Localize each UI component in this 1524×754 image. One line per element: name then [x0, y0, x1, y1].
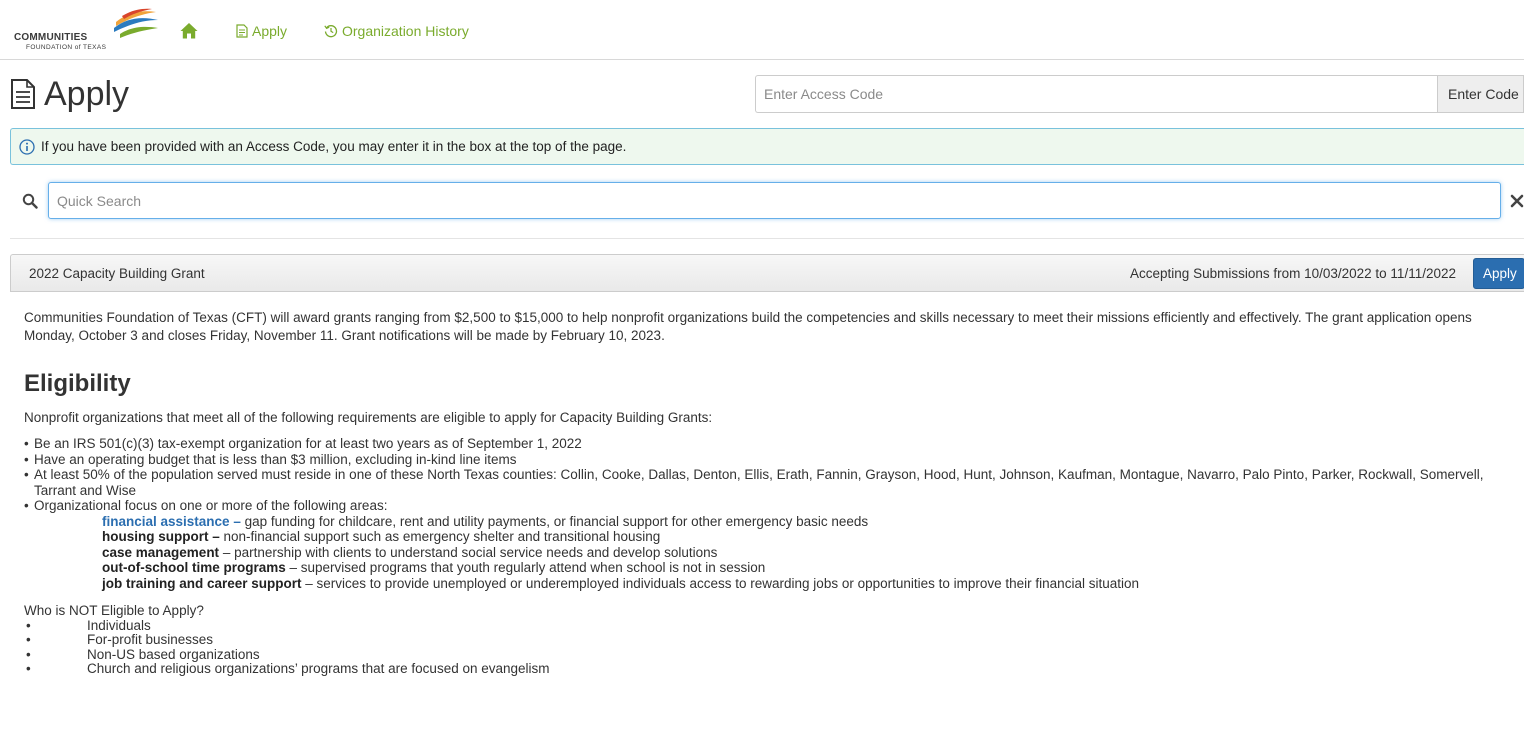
access-code-input[interactable]	[755, 75, 1438, 113]
not-eligible-list: Individuals For-profit businesses Non-US…	[24, 618, 1518, 677]
search-icon	[22, 193, 38, 209]
focus-area-desc: – services to provide unemployed or unde…	[301, 575, 1139, 591]
focus-area-item: job training and career support – servic…	[102, 576, 1518, 592]
grant-title: 2022 Capacity Building Grant	[29, 266, 205, 281]
not-eligible-title: Who is NOT Eligible to Apply?	[24, 603, 204, 618]
list-item: Individuals	[24, 618, 1518, 634]
focus-area-item: financial assistance – gap funding for c…	[102, 514, 1518, 530]
focus-area-term: case management	[102, 544, 220, 560]
info-alert: If you have been provided with an Access…	[10, 128, 1524, 165]
focus-area-desc: – partnership with clients to understand…	[219, 544, 718, 560]
grant-apply-button[interactable]: Apply	[1473, 258, 1524, 289]
cft-logo[interactable]: COMMUNITIES FOUNDATION of TEXAS	[14, 6, 160, 54]
history-icon	[324, 25, 338, 38]
enter-code-button[interactable]: Enter Code	[1437, 75, 1524, 113]
logo-subtitle: FOUNDATION of TEXAS	[26, 44, 107, 51]
list-item: Church and religious organizations’ prog…	[24, 661, 1518, 677]
list-item: Have an operating budget that is less th…	[24, 452, 1518, 468]
grant-description: Communities Foundation of Texas (CFT) wi…	[24, 302, 1518, 677]
info-alert-text: If you have been provided with an Access…	[41, 139, 627, 154]
logo-wordmark: COMMUNITIES	[14, 32, 88, 43]
focus-area-term: job training and career support	[102, 575, 302, 591]
focus-areas-list: financial assistance – gap funding for c…	[34, 514, 1518, 592]
nav-organization-history-link[interactable]: Organization History	[324, 23, 469, 39]
quick-search-input[interactable]	[48, 182, 1501, 219]
eligibility-heading: Eligibility	[24, 370, 131, 397]
list-item: Organizational focus on one or more of t…	[24, 498, 1518, 591]
focus-area-desc: – supervised programs that youth regular…	[285, 560, 766, 575]
top-nav: COMMUNITIES FOUNDATION of TEXAS Apply Or…	[0, 0, 1524, 60]
close-icon[interactable]	[1510, 193, 1524, 209]
section-divider	[10, 238, 1524, 239]
grant-submission-dates: Accepting Submissions from 10/03/2022 to…	[1130, 266, 1456, 281]
focus-area-item: out-of-school time programs – supervised…	[102, 560, 1518, 576]
list-item: For-profit businesses	[24, 632, 1518, 648]
nav-history-label: Organization History	[342, 23, 469, 39]
home-icon[interactable]	[180, 22, 198, 40]
logo-mark-icon	[114, 8, 158, 38]
eligibility-lead: Nonprofit organizations that meet all of…	[24, 410, 713, 425]
page-title-text: Apply	[44, 74, 130, 113]
document-icon	[11, 79, 35, 109]
focus-area-desc: non-financial support such as emergency …	[219, 529, 661, 544]
nav-apply-link[interactable]: Apply	[236, 23, 287, 39]
page-title: Apply	[10, 72, 129, 116]
focus-area-desc: gap funding for childcare, rent and util…	[240, 513, 869, 529]
focus-area-term: housing support –	[102, 529, 220, 544]
requirements-list: Be an IRS 501(c)(3) tax-exempt organizat…	[24, 436, 1518, 591]
grant-card-header: 2022 Capacity Building Grant Accepting S…	[10, 254, 1524, 292]
document-icon	[236, 24, 248, 38]
list-item: At least 50% of the population served mu…	[24, 467, 1518, 498]
focus-area-term: out-of-school time programs	[102, 560, 286, 575]
info-icon	[19, 138, 35, 155]
list-item: Non-US based organizations	[24, 647, 1518, 663]
focus-area-item: case management – partnership with clien…	[102, 545, 1518, 561]
focus-area-item: housing support – non-financial support …	[102, 529, 1518, 545]
list-item-text: Organizational focus on one or more of t…	[34, 498, 388, 513]
focus-area-term: financial assistance –	[102, 513, 241, 529]
nav-apply-label: Apply	[252, 23, 288, 39]
grant-intro: Communities Foundation of Texas (CFT) wi…	[24, 310, 1472, 343]
list-item: Be an IRS 501(c)(3) tax-exempt organizat…	[24, 436, 1518, 452]
